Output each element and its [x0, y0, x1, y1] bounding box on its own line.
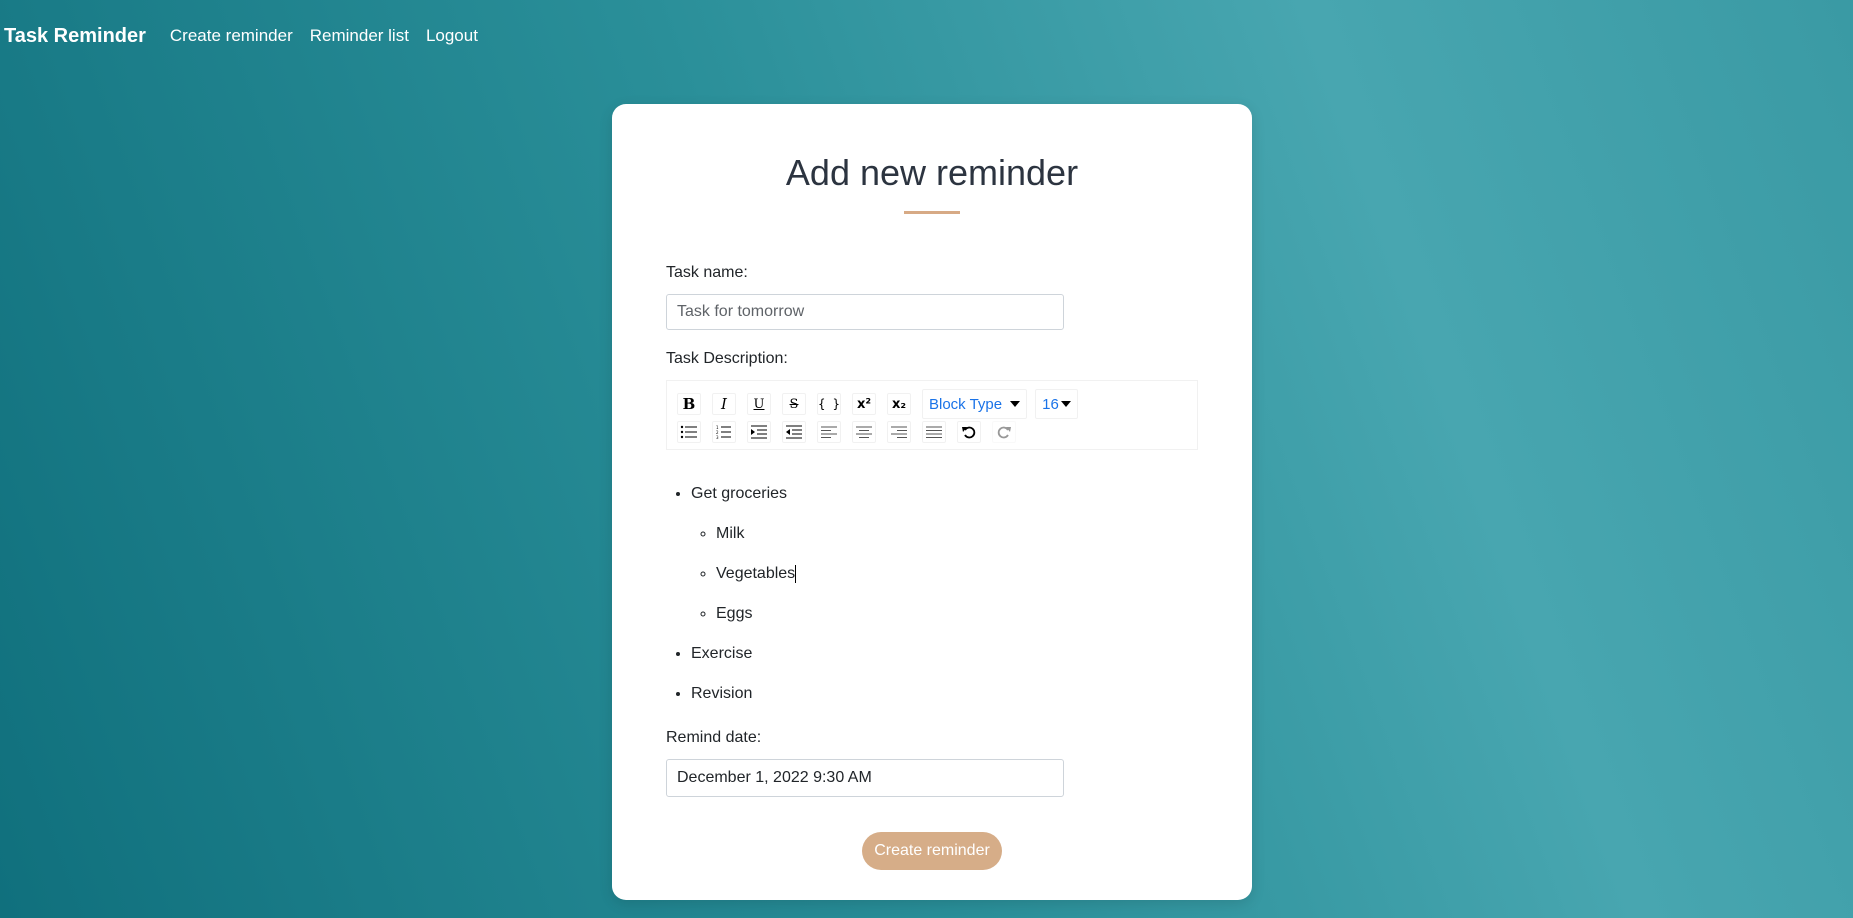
italic-icon[interactable]: I	[712, 393, 736, 415]
font-size-value: 16	[1042, 395, 1059, 413]
align-left-icon[interactable]	[817, 421, 841, 443]
list-item: Milk	[716, 524, 1198, 544]
ordered-list-icon[interactable]: 123	[712, 421, 736, 443]
text-cursor	[795, 564, 797, 583]
list-item: Vegetables	[716, 564, 1198, 584]
task-name-label: Task name:	[666, 264, 748, 281]
strikethrough-icon[interactable]: S	[782, 393, 806, 415]
block-type-dropdown[interactable]: Block Type	[922, 389, 1028, 419]
align-center-icon[interactable]	[852, 421, 876, 443]
editor-toolbar: B I U S { } x² x₂ Block Type 16 123	[666, 380, 1198, 450]
align-right-icon[interactable]	[887, 421, 911, 443]
code-icon[interactable]: { }	[817, 393, 841, 415]
list-item: Revision	[691, 684, 1198, 704]
title-divider	[904, 211, 960, 214]
chevron-down-icon	[1010, 401, 1021, 407]
task-description-label: Task Description:	[666, 350, 788, 367]
redo-icon[interactable]	[992, 421, 1016, 443]
superscript-icon[interactable]: x²	[852, 393, 876, 415]
reminder-form-card: Add new reminder Task name: Task Descrip…	[612, 104, 1252, 900]
subscript-icon[interactable]: x₂	[887, 393, 911, 415]
font-size-dropdown[interactable]: 16	[1035, 389, 1078, 419]
underline-icon[interactable]: U	[747, 393, 771, 415]
svg-text:3: 3	[716, 435, 719, 439]
nested-list: Milk Vegetables Eggs	[691, 524, 1198, 624]
top-navbar: Task Reminder Create reminder Reminder l…	[0, 0, 495, 72]
remind-date-label: Remind date:	[666, 729, 762, 746]
nav-reminder-list[interactable]: Reminder list	[310, 26, 409, 46]
list-item: Get groceries Milk Vegetables Eggs	[691, 484, 1198, 624]
description-editor[interactable]: Get groceries Milk Vegetables Eggs Exerc…	[666, 464, 1198, 704]
nav-create-reminder[interactable]: Create reminder	[170, 26, 293, 46]
undo-icon[interactable]	[957, 421, 981, 443]
list-item-text: Eggs	[716, 605, 753, 622]
chevron-down-icon	[1060, 401, 1071, 407]
list-item: Eggs	[716, 604, 1198, 624]
list-item: Exercise	[691, 644, 1198, 664]
create-reminder-button[interactable]: Create reminder	[862, 832, 1002, 870]
list-item-text: Get groceries	[691, 485, 788, 502]
align-justify-icon[interactable]	[922, 421, 946, 443]
bold-icon[interactable]: B	[677, 393, 701, 415]
unordered-list-icon[interactable]	[677, 421, 701, 443]
task-name-input[interactable]	[666, 294, 1064, 330]
indent-icon[interactable]	[747, 421, 771, 443]
description-list: Get groceries Milk Vegetables Eggs Exerc…	[666, 484, 1198, 704]
page-title: Add new reminder	[785, 152, 1079, 193]
list-item-text: Vegetables	[716, 565, 796, 582]
list-item-text: Revision	[691, 685, 753, 702]
list-item-text: Exercise	[691, 645, 753, 662]
remind-date-input[interactable]	[666, 759, 1064, 797]
outdent-icon[interactable]	[782, 421, 806, 443]
list-item-text: Milk	[716, 525, 745, 542]
nav-logout[interactable]: Logout	[426, 26, 478, 46]
block-type-label: Block Type	[929, 395, 1003, 413]
brand-logo[interactable]: Task Reminder	[4, 25, 146, 48]
